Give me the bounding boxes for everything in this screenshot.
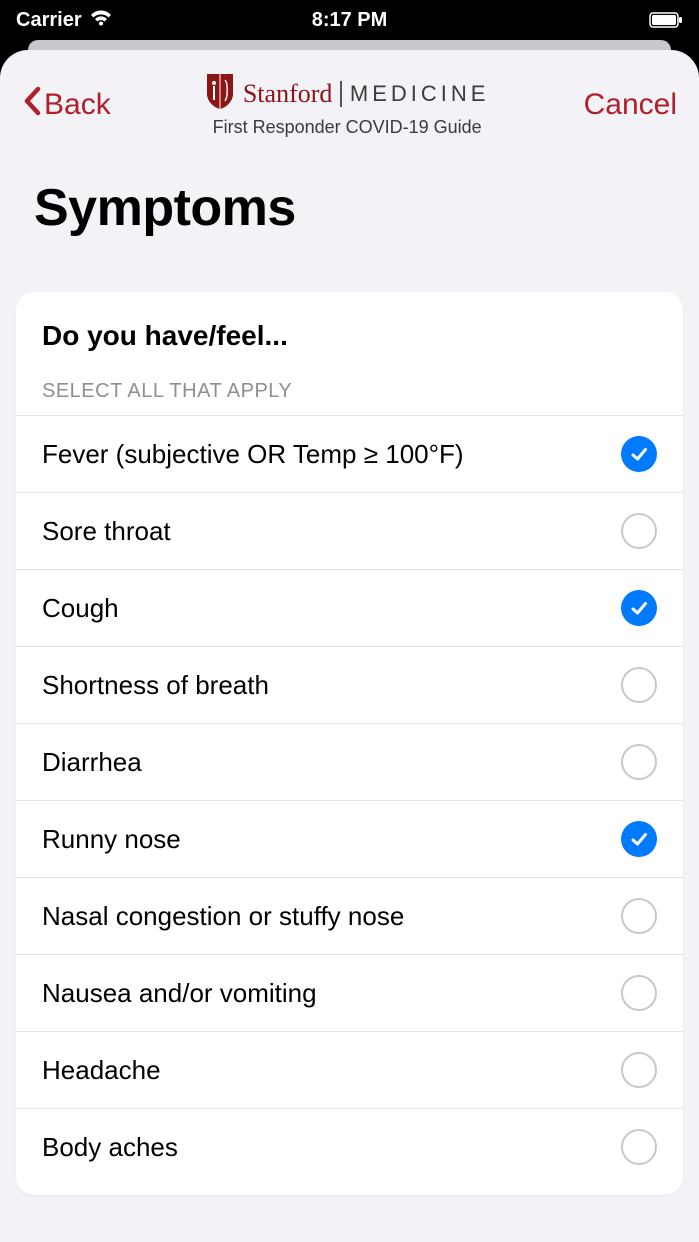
- symptom-row[interactable]: Nasal congestion or stuffy nose: [16, 877, 683, 954]
- wifi-icon: [90, 9, 112, 32]
- status-bar: Carrier 8:17 PM: [0, 0, 699, 40]
- brand-medicine: MEDICINE: [350, 81, 490, 107]
- symptom-label: Shortness of breath: [42, 670, 269, 701]
- symptom-label: Fever (subjective OR Temp ≥ 100°F): [42, 439, 464, 470]
- checkmark-unchecked-icon[interactable]: [621, 1052, 657, 1088]
- symptom-row[interactable]: Shortness of breath: [16, 646, 683, 723]
- symptom-label: Nasal congestion or stuffy nose: [42, 901, 404, 932]
- chevron-left-icon: [22, 86, 42, 124]
- symptom-row[interactable]: Cough: [16, 569, 683, 646]
- symptom-row[interactable]: Fever (subjective OR Temp ≥ 100°F): [16, 415, 683, 492]
- card-question: Do you have/feel...: [16, 292, 683, 370]
- card-hint: SELECT ALL THAT APPLY: [16, 370, 683, 415]
- checkmark-checked-icon[interactable]: [621, 590, 657, 626]
- symptom-row[interactable]: Diarrhea: [16, 723, 683, 800]
- symptom-card: Do you have/feel... SELECT ALL THAT APPL…: [16, 292, 683, 1195]
- nav-bar: Back Stanford MEDICINE: [0, 50, 699, 148]
- symptom-row[interactable]: Headache: [16, 1031, 683, 1108]
- back-label: Back: [44, 88, 111, 122]
- symptom-row[interactable]: Nausea and/or vomiting: [16, 954, 683, 1031]
- app-title: Stanford MEDICINE First Responder COVID-…: [205, 72, 490, 138]
- symptom-row[interactable]: Runny nose: [16, 800, 683, 877]
- sheet-backdrop: [28, 40, 671, 50]
- cancel-button[interactable]: Cancel: [584, 88, 677, 122]
- symptom-label: Sore throat: [42, 516, 171, 547]
- checkmark-unchecked-icon[interactable]: [621, 898, 657, 934]
- symptom-label: Cough: [42, 593, 119, 624]
- battery-icon: [649, 12, 683, 28]
- checkmark-checked-icon[interactable]: [621, 821, 657, 857]
- checkmark-unchecked-icon[interactable]: [621, 975, 657, 1011]
- back-button[interactable]: Back: [22, 86, 111, 124]
- app-subtitle: First Responder COVID-19 Guide: [213, 117, 482, 138]
- symptom-label: Nausea and/or vomiting: [42, 978, 317, 1009]
- symptom-label: Body aches: [42, 1132, 178, 1163]
- checkmark-unchecked-icon[interactable]: [621, 513, 657, 549]
- modal-sheet: Back Stanford MEDICINE: [0, 50, 699, 1242]
- symptom-label: Runny nose: [42, 824, 181, 855]
- brand-divider: [340, 81, 342, 107]
- brand-stanford: Stanford: [243, 79, 333, 109]
- stanford-shield-icon: [205, 72, 235, 115]
- page-title: Symptoms: [0, 148, 699, 258]
- checkmark-checked-icon[interactable]: [621, 436, 657, 472]
- symptom-list: Fever (subjective OR Temp ≥ 100°F) Sore t…: [16, 415, 683, 1185]
- symptom-label: Diarrhea: [42, 747, 142, 778]
- symptom-label: Headache: [42, 1055, 161, 1086]
- carrier-label: Carrier: [16, 9, 82, 32]
- clock: 8:17 PM: [312, 9, 388, 32]
- symptom-row[interactable]: Body aches: [16, 1108, 683, 1185]
- checkmark-unchecked-icon[interactable]: [621, 744, 657, 780]
- checkmark-unchecked-icon[interactable]: [621, 1129, 657, 1165]
- symptom-row[interactable]: Sore throat: [16, 492, 683, 569]
- checkmark-unchecked-icon[interactable]: [621, 667, 657, 703]
